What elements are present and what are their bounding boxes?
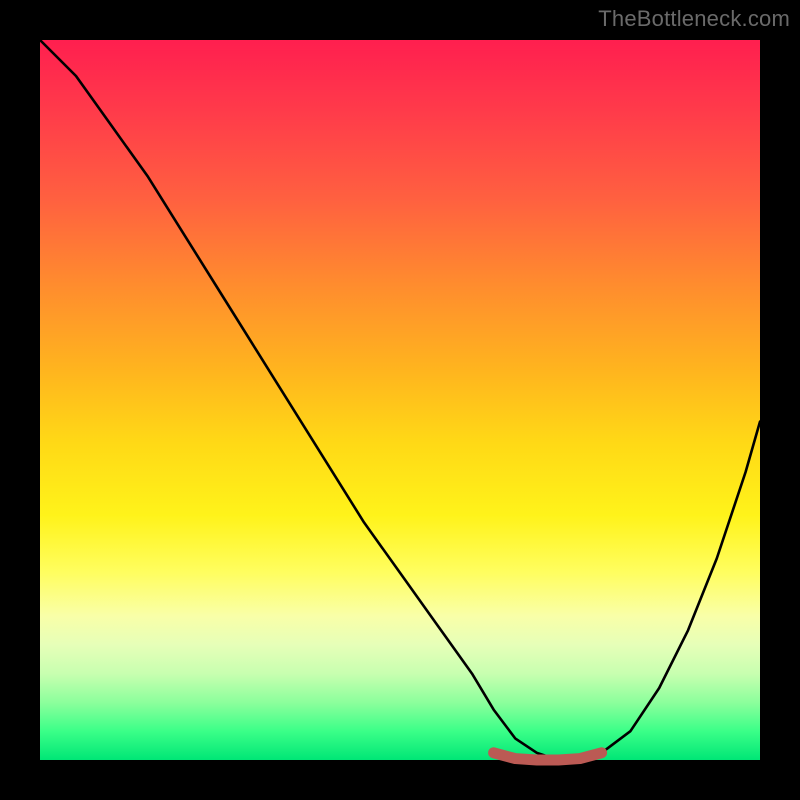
chart-frame: TheBottleneck.com xyxy=(0,0,800,800)
curve-svg xyxy=(40,40,760,760)
plot-area xyxy=(40,40,760,760)
optimal-zone-marker xyxy=(494,753,602,760)
bottleneck-curve xyxy=(40,40,760,760)
watermark-text: TheBottleneck.com xyxy=(598,6,790,32)
